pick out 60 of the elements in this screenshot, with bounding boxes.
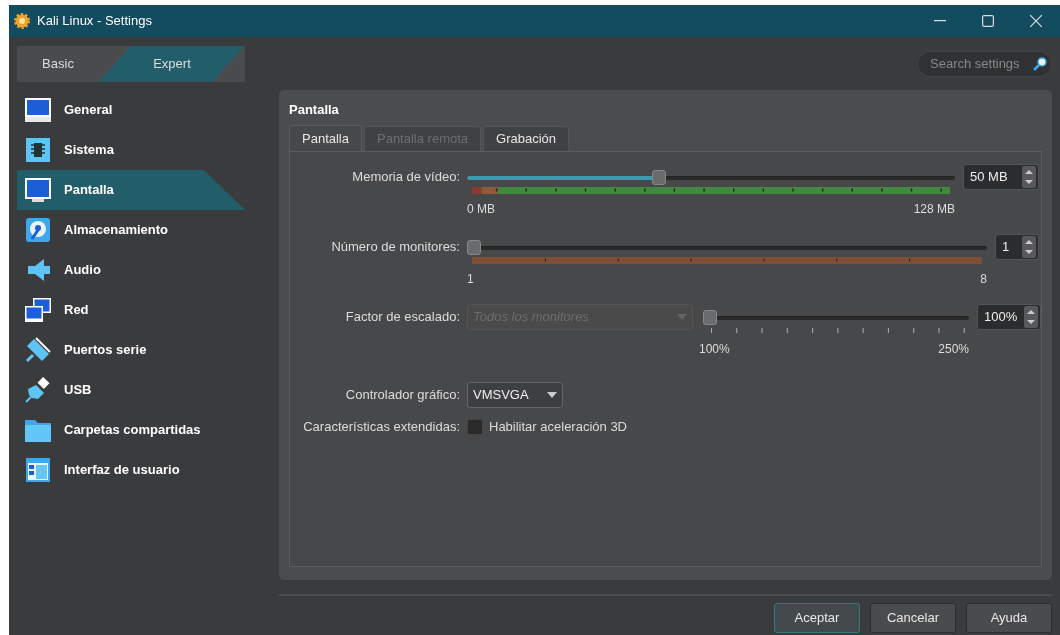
- gear-icon: [13, 12, 31, 30]
- field-label: Características extendidas:: [302, 418, 461, 436]
- sidebar-item[interactable]: Pantalla: [17, 170, 245, 210]
- slider[interactable]: [467, 240, 987, 256]
- close-icon: [1030, 15, 1042, 27]
- minimize-icon: [934, 20, 946, 22]
- field-label: Controlador gráfico:: [344, 386, 461, 404]
- monitor-icon: [24, 177, 52, 203]
- dialog-button[interactable]: Ayuda: [966, 603, 1052, 633]
- sidebar-item[interactable]: Interfaz de usuario: [17, 450, 245, 490]
- spin-box[interactable]: 50 MB: [963, 164, 1039, 190]
- mode-tab[interactable]: Expert: [99, 45, 245, 82]
- scale-max-label: 8: [980, 271, 987, 288]
- sidebar-item[interactable]: Almacenamiento: [17, 210, 245, 250]
- scale-min-label: 1: [467, 271, 474, 288]
- speaker-icon: [25, 257, 51, 283]
- plug-icon: [24, 337, 52, 363]
- tab[interactable]: Grabación: [483, 126, 570, 151]
- scale-min-label: 0 MB: [467, 201, 495, 218]
- slider-thumb[interactable]: [467, 240, 481, 255]
- sidebar-item[interactable]: Audio: [17, 250, 245, 290]
- spin-arrows-icon: [1024, 306, 1038, 328]
- field-label: Número de monitores:: [330, 238, 461, 256]
- monitor-icon: [24, 97, 52, 123]
- checkbox-label: Habilitar aceleración 3D: [489, 418, 627, 437]
- window-title: Kali Linux - Settings: [37, 12, 152, 31]
- dropdown-arrow-icon: [546, 392, 557, 398]
- folder-icon: [24, 417, 52, 443]
- spin-arrows-icon: [1022, 236, 1036, 258]
- mode-tab[interactable]: Basic: [17, 45, 99, 82]
- sidebar-item[interactable]: Carpetas compartidas: [17, 410, 245, 450]
- window-icon: [25, 457, 51, 483]
- network-icon: [24, 297, 52, 323]
- sidebar-item[interactable]: Puertos serie: [17, 330, 245, 370]
- sidebar-item[interactable]: USB: [17, 370, 245, 410]
- spin-arrows-icon: [1022, 166, 1036, 188]
- scale-min-label: 100%: [699, 341, 730, 358]
- search-icon: [1033, 56, 1047, 71]
- search-field[interactable]: Search settings: [917, 50, 1052, 77]
- checkbox[interactable]: [467, 419, 483, 435]
- spin-box[interactable]: 1: [995, 234, 1039, 260]
- field-label: Memoria de vídeo:: [351, 168, 461, 186]
- maximize-icon: [982, 15, 994, 27]
- graphics-controller-select[interactable]: VMSVGA: [467, 382, 563, 408]
- slider[interactable]: [703, 310, 969, 326]
- usb-icon: [24, 377, 52, 403]
- sidebar-item[interactable]: Sistema: [17, 130, 245, 170]
- tab[interactable]: Pantalla: [289, 125, 362, 152]
- field-label: Factor de escalado:: [344, 308, 461, 326]
- chip-icon: [25, 137, 51, 163]
- sidebar-item[interactable]: Red: [17, 290, 245, 330]
- slider[interactable]: [467, 170, 955, 186]
- dialog-button[interactable]: Aceptar: [774, 603, 860, 633]
- sidebar-item[interactable]: General: [17, 90, 245, 130]
- panel-title: Pantalla: [289, 101, 340, 119]
- scale-max-label: 250%: [938, 341, 969, 358]
- dialog-button[interactable]: Cancelar: [870, 603, 956, 633]
- slider-thumb[interactable]: [651, 170, 666, 185]
- dropdown-arrow-icon: [677, 314, 687, 320]
- scale-max-label: 128 MB: [913, 201, 955, 218]
